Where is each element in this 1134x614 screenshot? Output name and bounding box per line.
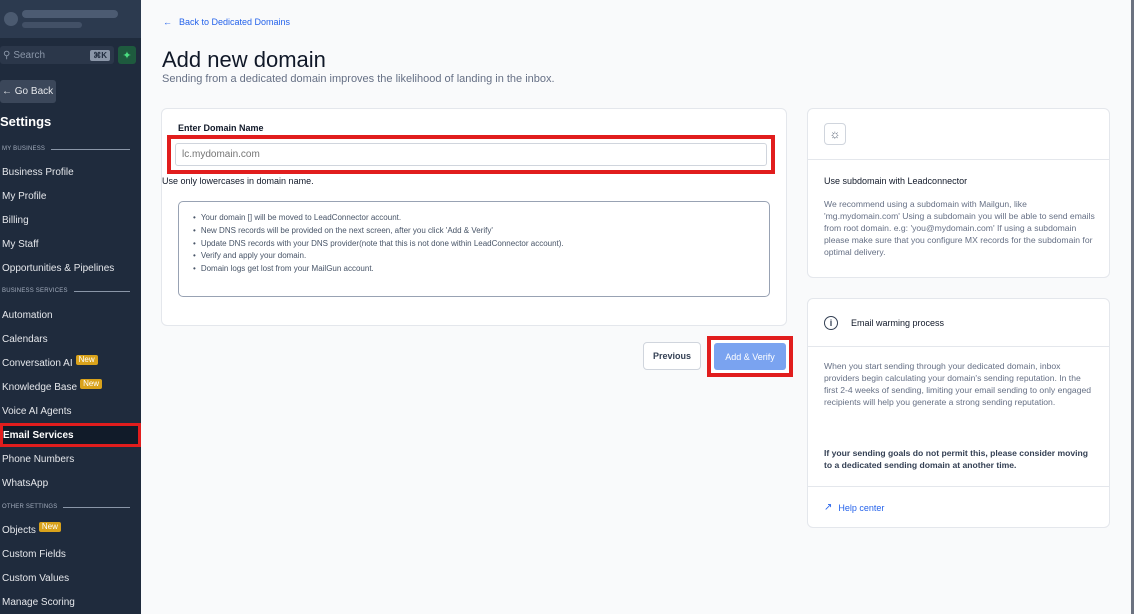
- domain-info-box: Your domain [] will be moved to LeadConn…: [178, 201, 770, 297]
- sidebar-item-label: Knowledge Base: [2, 381, 78, 393]
- sidebar-item-manage-scoring[interactable]: Manage Scoring: [2, 595, 75, 609]
- add-verify-button[interactable]: Add & Verify: [714, 343, 786, 370]
- add-verify-highlight: Add & Verify: [707, 336, 793, 377]
- email-warming-body: When you start sending through your dedi…: [824, 361, 1092, 407]
- settings-title: Settings: [0, 114, 52, 129]
- account-avatar: [4, 12, 18, 26]
- section-other-settings: OTHER SETTINGS: [2, 504, 130, 510]
- sidebar-search[interactable]: ⚲ Search ⌘K: [0, 46, 114, 64]
- section-my-business: MY BUSINESS: [2, 146, 130, 152]
- domain-name-label: Enter Domain Name: [178, 123, 264, 133]
- lightbulb-icon: ☼: [824, 123, 846, 145]
- sidebar-item-label: Email Services: [3, 430, 74, 441]
- info-item: Update DNS records with your DNS provide…: [193, 238, 769, 251]
- sidebar-item-custom-fields[interactable]: Custom Fields: [2, 547, 66, 561]
- help-center-link[interactable]: ↗ Help center: [824, 502, 884, 513]
- info-item: Domain logs get lost from your MailGun a…: [193, 263, 769, 276]
- section-business-services: BUSINESS SERVICES: [2, 288, 130, 294]
- info-item: New DNS records will be provided on the …: [193, 225, 769, 238]
- info-icon: i: [824, 316, 838, 330]
- info-item: Your domain [] will be moved to LeadConn…: [193, 212, 769, 225]
- subdomain-tip-body: We recommend using a subdomain with Mail…: [824, 199, 1095, 257]
- search-placeholder: Search: [13, 49, 46, 61]
- sidebar-item-whatsapp[interactable]: WhatsApp: [2, 476, 48, 490]
- sidebar-item-conversation-ai[interactable]: Conversation AI New: [2, 355, 98, 370]
- account-switcher[interactable]: [0, 0, 141, 38]
- sidebar-item-billing[interactable]: Billing: [2, 213, 29, 227]
- sidebar-item-phone-numbers[interactable]: Phone Numbers: [2, 452, 74, 466]
- sidebar-item-objects[interactable]: Objects New: [2, 522, 61, 537]
- sidebar-item-business-profile[interactable]: Business Profile: [2, 165, 74, 179]
- domain-input-highlight: [167, 135, 775, 174]
- new-badge: New: [80, 379, 103, 389]
- sidebar-item-my-profile[interactable]: My Profile: [2, 189, 46, 203]
- new-badge: New: [75, 355, 98, 365]
- sidebar-item-email-services[interactable]: Email Services: [0, 423, 141, 447]
- sparkle-icon[interactable]: ✦: [118, 46, 136, 64]
- email-warming-note: If your sending goals do not permit this…: [824, 448, 1089, 470]
- sidebar-item-voice-ai[interactable]: Voice AI Agents: [2, 404, 72, 418]
- divider: [808, 159, 1109, 160]
- divider: [808, 486, 1109, 487]
- account-subtitle-blurred: [22, 22, 82, 28]
- back-to-domains-link[interactable]: ← Back to Dedicated Domains: [163, 17, 290, 27]
- info-item: Verify and apply your domain.: [193, 250, 769, 263]
- sidebar: ⚲ Search ⌘K ✦ ← Go Back Settings MY BUSI…: [0, 0, 141, 614]
- sidebar-item-custom-values[interactable]: Custom Values: [2, 571, 69, 585]
- subdomain-tip-title: Use subdomain with Leadconnector: [824, 176, 968, 186]
- page-title: Add new domain: [162, 47, 326, 72]
- search-icon: ⚲: [3, 49, 11, 61]
- new-badge: New: [38, 522, 61, 532]
- help-center-label: Help center: [838, 502, 885, 513]
- back-link-label: Back to Dedicated Domains: [179, 17, 291, 27]
- divider: [808, 346, 1109, 347]
- sidebar-item-label: Objects: [2, 524, 36, 536]
- page-subtitle: Sending from a dedicated domain improves…: [162, 73, 555, 85]
- previous-button[interactable]: Previous: [643, 342, 701, 370]
- email-warming-title: Email warming process: [851, 318, 945, 328]
- go-back-button[interactable]: ← Go Back: [0, 80, 56, 103]
- external-link-icon: ↗: [824, 502, 833, 513]
- sidebar-item-opportunities[interactable]: Opportunities & Pipelines: [2, 261, 114, 275]
- email-warming-card: i Email warming process When you start s…: [807, 298, 1110, 528]
- arrow-left-icon: ←: [163, 17, 172, 27]
- subdomain-tip-card: ☼ Use subdomain with Leadconnector We re…: [807, 108, 1110, 278]
- account-name-blurred: [22, 10, 118, 18]
- sidebar-item-label: Conversation AI: [2, 357, 73, 369]
- sidebar-item-knowledge-base[interactable]: Knowledge Base New: [2, 379, 103, 394]
- sidebar-item-my-staff[interactable]: My Staff: [2, 237, 39, 251]
- sidebar-item-calendars[interactable]: Calendars: [2, 332, 48, 346]
- domain-name-input[interactable]: [175, 143, 767, 166]
- sidebar-item-automation[interactable]: Automation: [2, 308, 53, 322]
- domain-hint: Use only lowercases in domain name.: [162, 176, 314, 186]
- shortcut-badge: ⌘K: [90, 49, 110, 61]
